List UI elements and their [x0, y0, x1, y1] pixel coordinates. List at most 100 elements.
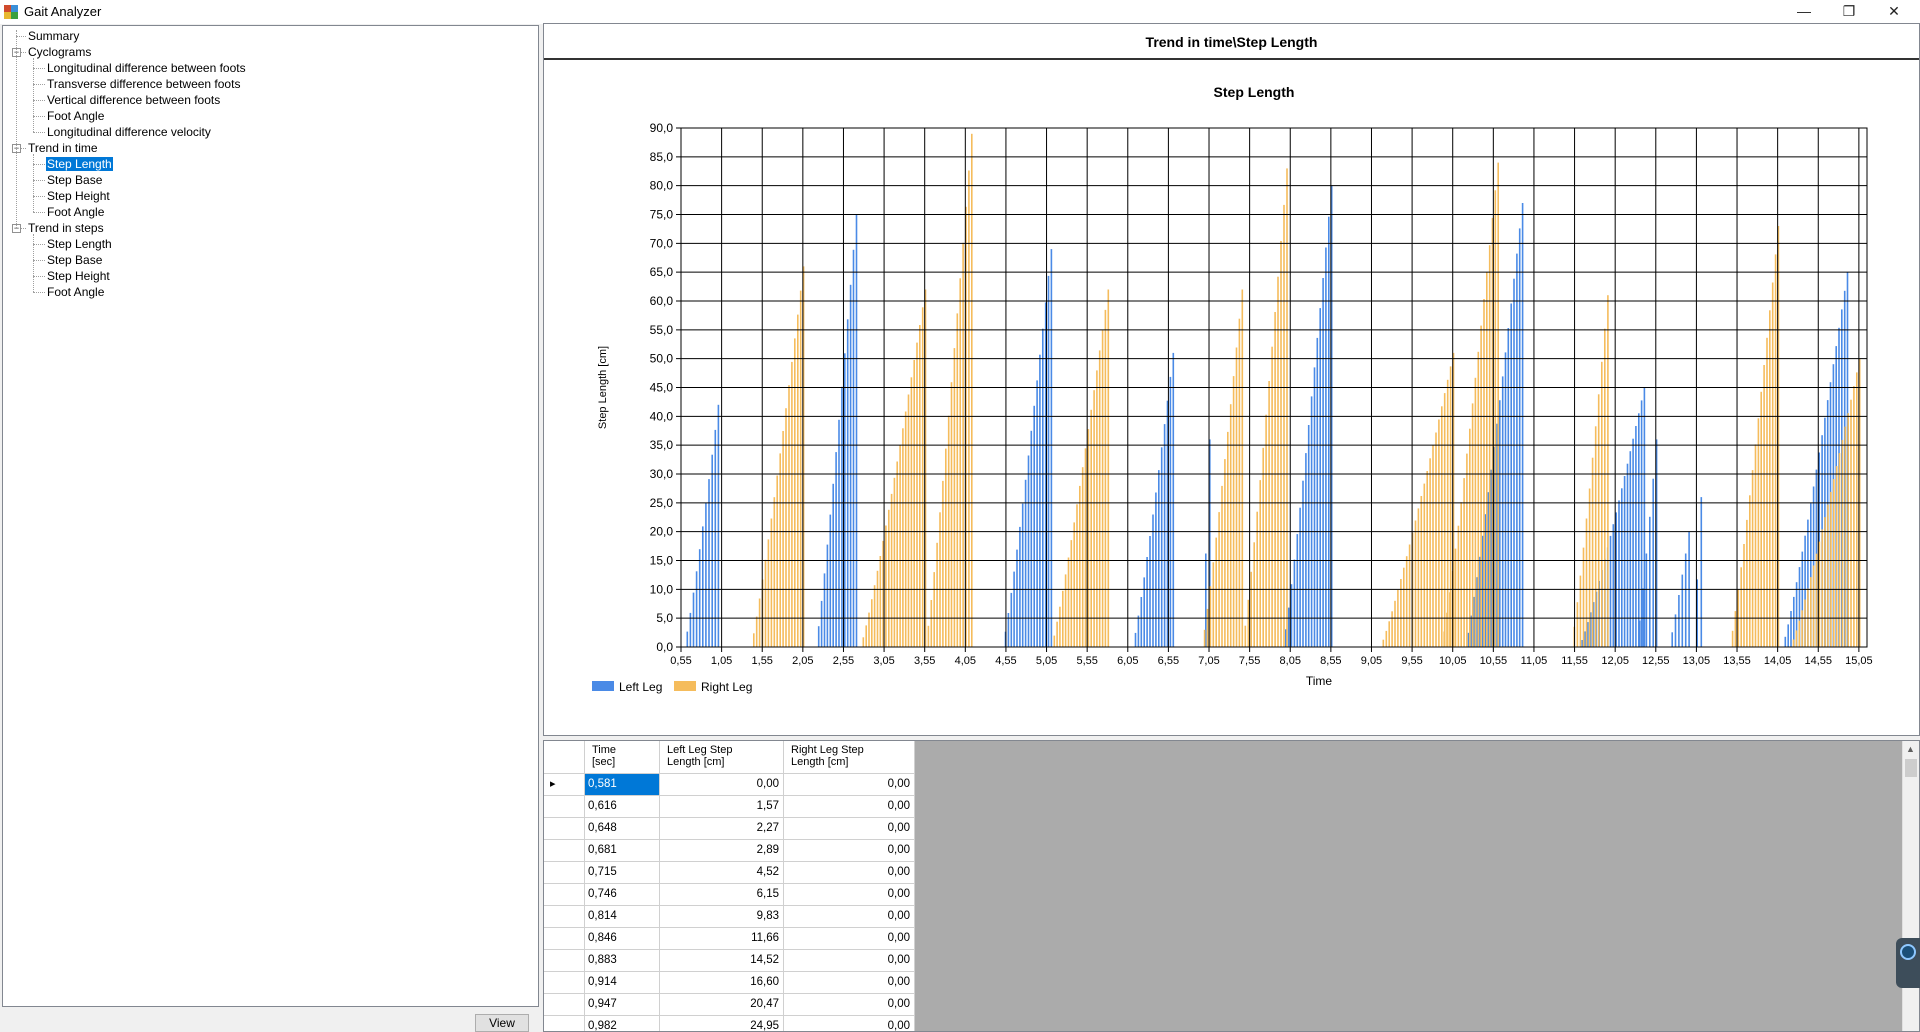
tree-item-label: Trend in steps [28, 221, 104, 235]
grid-cell[interactable]: 0,681 [585, 840, 660, 862]
row-header[interactable] [544, 840, 585, 862]
maximize-button[interactable]: ❐ [1826, 0, 1872, 22]
row-header[interactable] [544, 906, 585, 928]
grid-cell[interactable]: 0,00 [784, 1016, 915, 1031]
grid-cell[interactable]: 0,746 [585, 884, 660, 906]
tree-item[interactable]: Transverse difference between foots [46, 76, 241, 92]
grid-cell[interactable]: 0,00 [784, 818, 915, 840]
grid-cell[interactable]: 14,52 [660, 950, 784, 972]
grid-corner[interactable] [544, 741, 585, 774]
right-leg-bar [1771, 282, 1774, 647]
column-header[interactable]: Time [sec] [585, 741, 660, 774]
grid-cell[interactable]: 0,581 [585, 774, 660, 796]
tree-item[interactable]: Step Base [46, 172, 103, 188]
x-tick-label: 4,55 [995, 655, 1016, 667]
tree-item-label: Step Length [47, 237, 112, 251]
grid-cell[interactable]: 9,83 [660, 906, 784, 928]
row-header[interactable] [544, 818, 585, 840]
row-header[interactable] [544, 884, 585, 906]
grid-cell[interactable]: 11,66 [660, 928, 784, 950]
side-widget-icon[interactable] [1896, 938, 1920, 988]
row-header[interactable] [544, 950, 585, 972]
tree-item[interactable]: Step Base [46, 252, 103, 268]
tree-connector [33, 116, 45, 117]
right-leg-bar [930, 600, 933, 647]
column-header[interactable]: Left Leg Step Length [cm] [660, 741, 784, 774]
grid-cell[interactable]: 0,00 [784, 928, 915, 950]
grid-cell[interactable]: 2,27 [660, 818, 784, 840]
right-leg-bar [1474, 377, 1477, 647]
grid-cell[interactable]: 4,52 [660, 862, 784, 884]
tree-item[interactable]: Step Height [46, 268, 111, 284]
row-header[interactable] [544, 972, 585, 994]
tree-item[interactable]: Trend in time [27, 140, 99, 156]
tree-item[interactable]: Foot Angle [46, 204, 105, 220]
right-leg-bar [1056, 621, 1058, 647]
grid-cell[interactable]: 0,883 [585, 950, 660, 972]
tree-item[interactable]: Foot Angle [46, 108, 105, 124]
right-leg-bar [896, 461, 898, 647]
grid-cell[interactable]: 0,982 [585, 1016, 660, 1031]
row-header[interactable] [544, 928, 585, 950]
right-leg-bar [942, 480, 944, 647]
grid-cell[interactable]: 0,00 [660, 774, 784, 796]
right-leg-bar [1244, 625, 1247, 647]
right-leg-bar [1277, 276, 1279, 647]
grid-cell[interactable]: 20,47 [660, 994, 784, 1016]
grid-cell[interactable]: 0,00 [784, 972, 915, 994]
grid-cell[interactable]: 24,95 [660, 1016, 784, 1031]
grid-cell[interactable]: 0,00 [784, 840, 915, 862]
grid-cell[interactable]: 0,00 [784, 906, 915, 928]
grid-cell[interactable]: 0,616 [585, 796, 660, 818]
tree-item[interactable]: Summary [27, 28, 80, 44]
grid-cell[interactable]: 0,715 [585, 862, 660, 884]
grid-cell[interactable]: 1,57 [660, 796, 784, 818]
grid-cell[interactable]: 0,00 [784, 774, 915, 796]
left-leg-bar [1649, 516, 1651, 647]
tree-item[interactable]: Trend in steps [27, 220, 105, 236]
grid-cell[interactable]: 6,15 [660, 884, 784, 906]
view-button[interactable]: View [475, 1014, 529, 1032]
x-tick-label: 12,05 [1601, 655, 1629, 667]
tree-item[interactable]: Foot Angle [46, 284, 105, 300]
tree-item[interactable]: Vertical difference between foots [46, 92, 221, 108]
left-leg-bar [1302, 480, 1304, 647]
y-tick-label: 5,0 [656, 611, 673, 625]
scroll-thumb[interactable] [1905, 759, 1917, 777]
tree-item[interactable]: Step Length [46, 156, 113, 172]
left-leg-bar [846, 319, 849, 647]
grid-cell[interactable]: 0,00 [784, 796, 915, 818]
vertical-scrollbar[interactable]: ▲ [1902, 741, 1919, 1031]
minimize-button[interactable]: — [1781, 0, 1827, 22]
grid-cell[interactable]: 16,60 [660, 972, 784, 994]
tree-item[interactable]: Step Height [46, 188, 111, 204]
close-button[interactable]: ✕ [1871, 0, 1917, 22]
row-header[interactable] [544, 994, 585, 1016]
navigation-tree[interactable]: Summary Cyclograms − Longitudinal differenc… [2, 25, 539, 1007]
tree-connector [33, 84, 45, 85]
column-header[interactable]: Right Leg Step Length [cm] [784, 741, 915, 774]
row-header[interactable] [544, 796, 585, 818]
grid-cell[interactable]: 0,00 [784, 884, 915, 906]
grid-cell[interactable]: 0,947 [585, 994, 660, 1016]
tree-item[interactable]: Cyclograms [27, 44, 92, 60]
legend-swatch [674, 681, 696, 691]
window-title: Gait Analyzer [24, 4, 102, 19]
tree-item[interactable]: Longitudinal difference between foots [46, 60, 247, 76]
grid-cell[interactable]: 0,814 [585, 906, 660, 928]
grid-cell[interactable]: 0,00 [784, 862, 915, 884]
grid-cell[interactable]: 2,89 [660, 840, 784, 862]
left-leg-bar [705, 503, 707, 647]
scroll-up-icon[interactable]: ▲ [1906, 744, 1915, 754]
row-header[interactable] [544, 862, 585, 884]
grid-cell[interactable]: 0,846 [585, 928, 660, 950]
grid-cell[interactable]: 0,00 [784, 950, 915, 972]
row-header[interactable] [544, 1016, 585, 1031]
data-grid[interactable]: Time [sec] Left Leg Step Length [cm] Right… [543, 740, 1920, 1032]
grid-cell[interactable]: 0,648 [585, 818, 660, 840]
tree-item[interactable]: Step Length [46, 236, 113, 252]
tree-item[interactable]: Longitudinal difference velocity [46, 124, 212, 140]
row-header[interactable]: ▸ [544, 774, 585, 796]
grid-cell[interactable]: 0,00 [784, 994, 915, 1016]
grid-cell[interactable]: 0,914 [585, 972, 660, 994]
